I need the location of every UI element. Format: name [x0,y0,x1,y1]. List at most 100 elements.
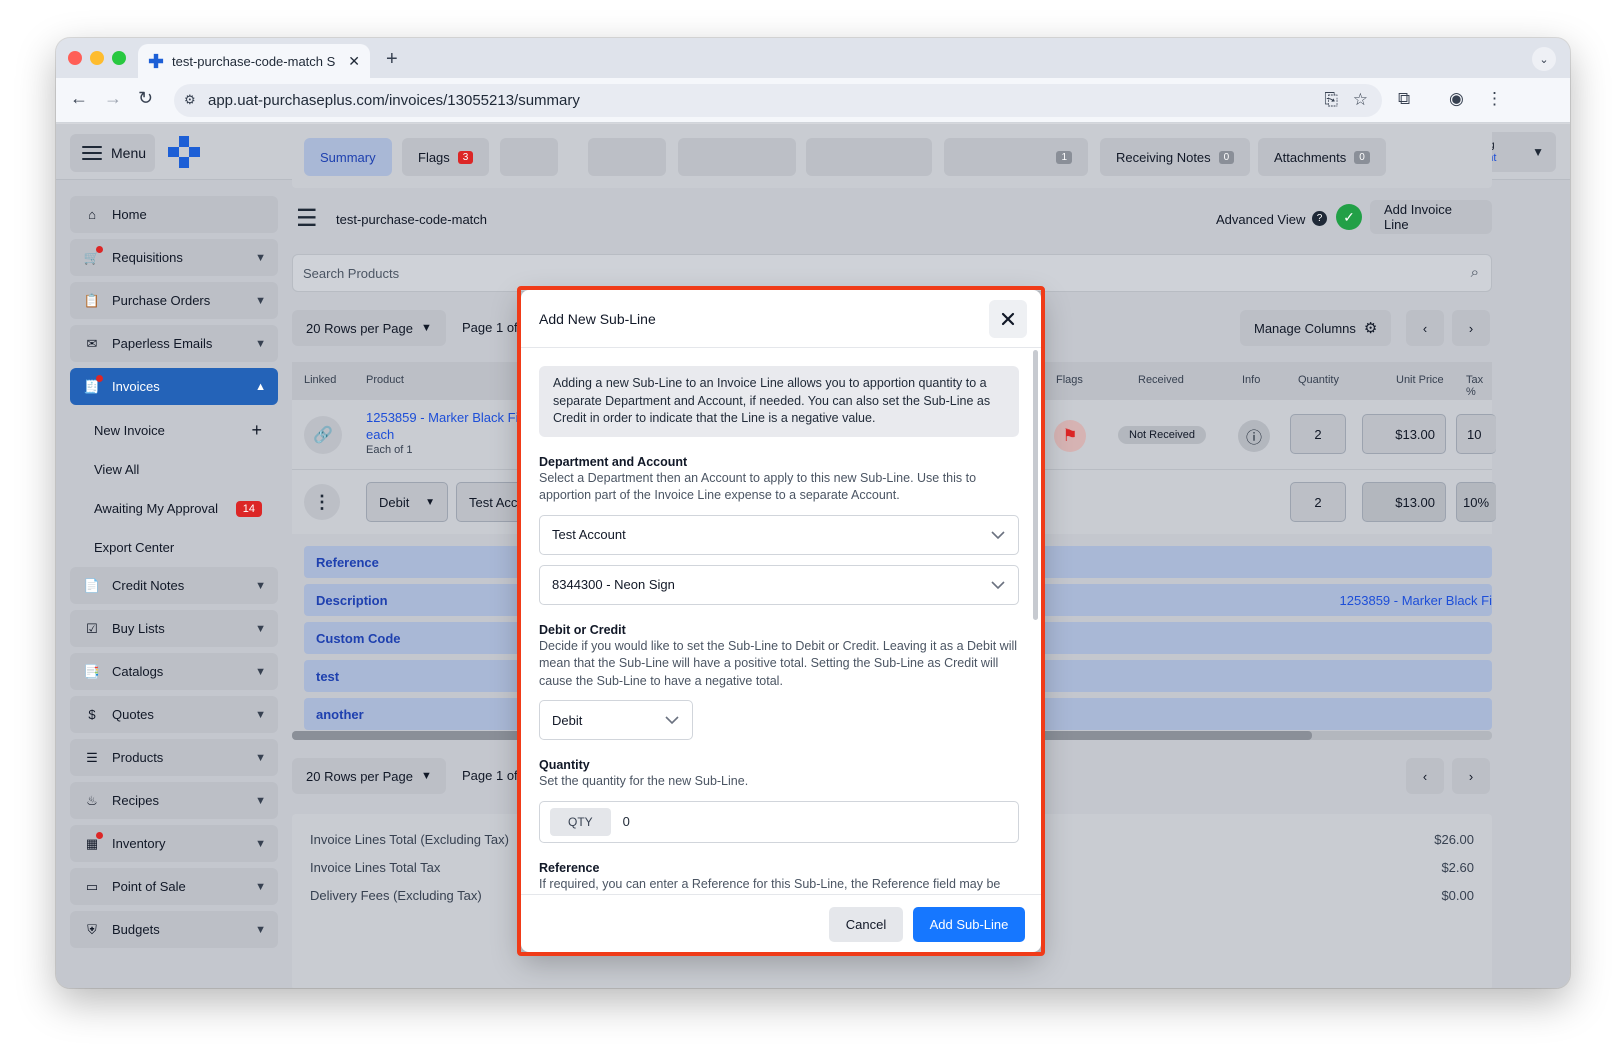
sidebar-item-recipes[interactable]: ♨ Recipes ▼ [70,782,278,819]
add-invoice-line-button[interactable]: Add Invoice Line [1370,200,1492,234]
close-icon[interactable] [989,300,1027,338]
qty-prefix: QTY [550,807,611,836]
sidebar-item-purchase-orders[interactable]: 📋 Purchase Orders ▼ [70,282,278,319]
tax-field[interactable]: 10 [1456,414,1496,454]
sidebar-item-label: Point of Sale [112,879,186,894]
reload-icon[interactable]: ↻ [138,88,153,109]
plus-icon[interactable]: + [251,420,262,441]
prev-page-button[interactable]: ‹ [1406,310,1444,346]
sidebar-item-requisitions[interactable]: 🛒 Requisitions ▼ [70,239,278,276]
manage-columns-button[interactable]: Manage Columns ⚙ [1240,310,1392,346]
sidebar-item-budgets[interactable]: ⛨ Budgets ▼ [70,911,278,948]
site-settings-icon[interactable]: ⚙ [184,92,196,108]
url-field[interactable]: ⚙ app.uat-purchaseplus.com/invoices/1305… [174,84,1382,117]
account-select[interactable]: 8344300 - Neon Sign [539,564,1019,605]
sidebar-item-inventory[interactable]: ▦ Inventory ▼ [70,825,278,862]
sidebar-item-buy-lists[interactable]: ☑ Buy Lists ▼ [70,610,278,647]
more-options-icon[interactable]: ⋮ [304,484,340,520]
purchaseplus-logo[interactable] [166,134,202,170]
subline-quantity-field[interactable]: 2 [1290,482,1346,522]
close-window-dot[interactable] [68,51,82,65]
unit-price-field[interactable]: $13.00 [1362,414,1446,454]
tab-label: Attachments [1274,149,1347,165]
sidebar-item-point-of-sale[interactable]: ▭ Point of Sale ▼ [70,868,278,905]
quantity-input[interactable]: QTY 0 [539,800,1019,843]
chevron-down-icon [665,716,679,725]
tab-hidden-3[interactable] [678,138,796,176]
new-tab-icon[interactable]: + [386,48,398,71]
product-each-of: Each of 1 [366,444,413,456]
link-icon[interactable]: 🔗 [304,416,342,454]
sidebar-sub-export[interactable]: Export Center [70,528,278,567]
quantity-field[interactable]: 2 [1290,414,1346,454]
add-sub-line-button[interactable]: Add Sub-Line [913,907,1025,942]
sidebar-item-paperless-emails[interactable]: ✉ Paperless Emails ▼ [70,325,278,362]
minimize-window-dot[interactable] [90,51,104,65]
sidebar-item-label: Home [112,207,147,222]
sidebar-item-home[interactable]: ⌂ Home [70,196,278,233]
invoice-name: test-purchase-code-match [336,212,488,227]
sub-label: New Invoice [94,423,165,438]
col-linked: Linked [304,374,337,386]
debit-credit-section-desc: Decide if you would like to set the Sub-… [539,638,1018,688]
maximize-window-dot[interactable] [112,51,126,65]
prev-page-button-bottom[interactable]: ‹ [1406,758,1444,794]
sidebar-item-invoices[interactable]: 🧾 Invoices ▲ [70,368,278,405]
sub-label: View All [94,462,140,477]
profile-icon[interactable]: ◉ [1449,89,1464,109]
sidebar-item-products[interactable]: ☰ Products ▼ [70,739,278,776]
tab-attachments[interactable]: Attachments 0 [1258,138,1386,176]
sidebar-sub-view-all[interactable]: View All [70,450,278,489]
next-page-button[interactable]: › [1452,310,1490,346]
account-value: Test Acc [469,494,518,510]
tab-hidden-4[interactable] [806,138,932,176]
tab-hidden-2[interactable] [588,138,666,176]
chevron-down-icon: ▼ [255,794,266,807]
sidebar-item-label: Catalogs [112,664,164,679]
sidebar-item-quotes[interactable]: $ Quotes ▼ [70,696,278,733]
add-sub-line-modal: Add New Sub-Line Adding a new Sub-Line t… [521,290,1041,952]
tab-hidden-5[interactable]: 1 [944,138,1088,176]
tab-flags[interactable]: Flags 3 [402,138,490,176]
chevron-down-icon: ▼ [255,337,266,350]
debit-credit-select[interactable]: Debit [539,700,693,740]
sidebar-item-label: Invoices [112,379,160,394]
chevron-right-icon: › [1468,768,1474,784]
extensions-icon[interactable]: ⧉ [1398,89,1410,109]
debit-select[interactable]: Debit ▼ [366,482,448,522]
department-select[interactable]: Test Account [539,514,1019,555]
rows-per-page-select[interactable]: 20 Rows per Page ▼ [292,310,446,346]
more-menu-icon[interactable]: ⋮ [1486,89,1503,109]
notification-dot [96,375,103,382]
rows-per-page-select-bottom[interactable]: 20 Rows per Page ▼ [292,758,446,794]
tab-count-badge: 1 [1056,150,1072,164]
modal-scrollbar[interactable] [1033,350,1038,620]
chevron-down-icon: ▼ [425,496,435,508]
flag-icon[interactable]: ⚑ [1054,420,1086,452]
next-page-button-bottom[interactable]: › [1452,758,1490,794]
tab-summary[interactable]: Summary [304,138,392,176]
sidebar-sub-awaiting[interactable]: Awaiting My Approval 14 [70,489,278,528]
tab-receiving-notes[interactable]: Receiving Notes 0 [1100,138,1251,176]
tab-close-icon[interactable]: ✕ [348,53,360,70]
product-link[interactable]: 1253859 - Marker Black Fi [366,410,518,425]
sidebar-item-credit-notes[interactable]: 📄 Credit Notes ▼ [70,567,278,604]
tab-search-icon[interactable]: ⌄ [1532,47,1556,71]
browser-tab[interactable]: test-purchase-code-match S ✕ [138,44,370,78]
sidebar-item-catalogs[interactable]: 📑 Catalogs ▼ [70,653,278,690]
forward-icon[interactable]: → [104,88,122,109]
select-label: 20 Rows per Page [306,320,413,336]
bookmark-star-icon[interactable]: ☆ [1353,90,1368,110]
back-icon[interactable]: ← [70,88,88,109]
search-products-input[interactable]: Search Products ⌕ [292,254,1492,292]
sidebar-sub-new-invoice[interactable]: New Invoice + [70,411,278,450]
help-icon[interactable]: ? [1312,211,1327,226]
advanced-view-toggle[interactable]: ✓ [1336,204,1362,230]
translate-icon[interactable]: ⎘ [1324,90,1338,110]
search-icon: ⌕ [1470,264,1479,281]
menu-button[interactable]: Menu [70,134,155,172]
tab-hidden-1[interactable] [500,138,558,176]
info-icon[interactable]: ⓘ [1238,420,1270,452]
modal-body[interactable]: Adding a new Sub-Line to an Invoice Line… [521,348,1041,894]
cancel-button[interactable]: Cancel [829,907,903,942]
